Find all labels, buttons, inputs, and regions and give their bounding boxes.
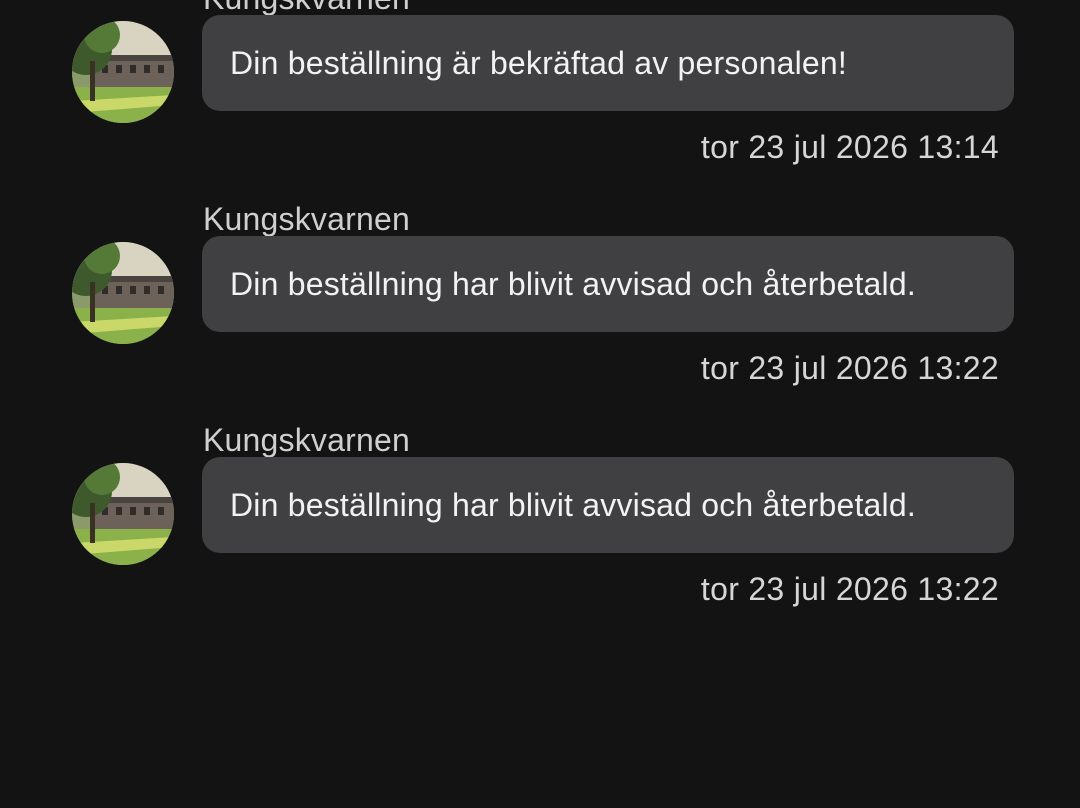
avatar-image-icon <box>72 21 174 123</box>
message-text: Din beställning har blivit avvisad och å… <box>230 487 916 523</box>
avatar-image-icon <box>72 463 174 565</box>
sender-avatar[interactable] <box>72 21 174 123</box>
avatar-image-icon <box>72 242 174 344</box>
message-timestamp: tor 23 jul 2026 13:14 <box>700 129 999 165</box>
message-bubble[interactable]: Din beställning är bekräftad av personal… <box>202 15 1014 111</box>
message-text: Din beställning har blivit avvisad och å… <box>230 266 916 302</box>
chat-message-list[interactable]: Kungskvarnen Din beställning är bekräft <box>0 0 1080 808</box>
chat-message: Kungskvarnen Din beställning är bekräft <box>0 0 1080 200</box>
message-bubble[interactable]: Din beställning har blivit avvisad och å… <box>202 457 1014 553</box>
message-timestamp: tor 23 jul 2026 13:22 <box>700 571 999 607</box>
message-bubble[interactable]: Din beställning har blivit avvisad och å… <box>202 236 1014 332</box>
chat-message: Kungskvarnen Din beställning har blivit <box>0 199 1080 421</box>
chat-message: Kungskvarnen Din beställning har blivit <box>0 420 1080 642</box>
sender-avatar[interactable] <box>72 463 174 565</box>
sender-name: Kungskvarnen <box>203 201 410 237</box>
sender-name: Kungskvarnen <box>203 422 410 458</box>
sender-avatar[interactable] <box>72 242 174 344</box>
message-text: Din beställning är bekräftad av personal… <box>230 45 847 81</box>
message-timestamp: tor 23 jul 2026 13:22 <box>700 350 999 386</box>
